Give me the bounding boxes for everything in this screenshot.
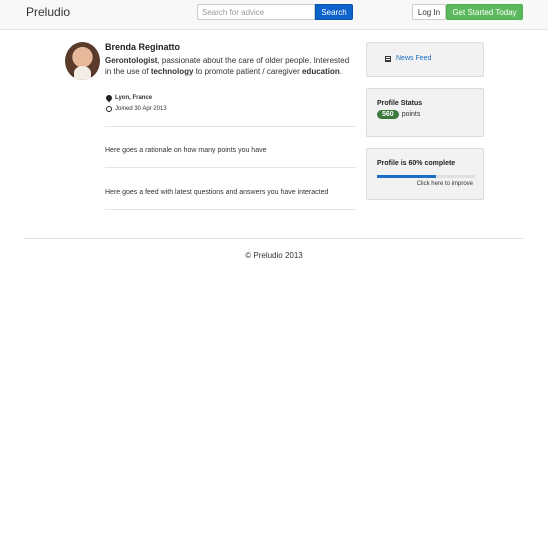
joined-text: Joined 30 Apr 2013	[115, 106, 167, 112]
profile-location: Lyon, France	[104, 93, 153, 103]
login-button[interactable]: Log In	[412, 4, 446, 20]
activity-feed: Here goes a feed with latest questions a…	[105, 189, 329, 196]
avatar	[65, 42, 100, 80]
profile-completion-panel: Profile is 60% complete Click here to im…	[366, 148, 484, 200]
news-feed-link[interactable]: News Feed	[385, 55, 431, 62]
location-text: Lyon, France	[115, 95, 153, 101]
points-badge: 560	[377, 110, 399, 119]
completion-progress-fill	[377, 175, 436, 178]
profile-bio: Gerontologist, passionate about the care…	[105, 55, 357, 77]
profile-name: Brenda Reginatto	[105, 42, 181, 52]
bio-part: .	[339, 67, 342, 76]
points-label: points	[401, 111, 421, 118]
improve-profile-link[interactable]: Click here to improve	[417, 181, 473, 187]
bio-part: to promote patient / caregiver	[193, 67, 302, 76]
divider	[105, 126, 356, 127]
divider	[105, 209, 356, 210]
news-feed-panel: News Feed	[366, 42, 484, 77]
search-button[interactable]: Search	[315, 4, 353, 20]
points-rationale: Here goes a rationale on how many points…	[105, 147, 267, 154]
completion-progress-bar	[377, 175, 475, 178]
footer-copyright: © Preludio 2013	[245, 251, 303, 260]
brand-logo[interactable]: Preludio	[26, 5, 70, 19]
get-started-button[interactable]: Get Started Today	[446, 4, 523, 20]
profile-status-panel: Profile Status 560 points	[366, 88, 484, 137]
bio-part: technology	[150, 67, 194, 76]
completion-title: Profile is 60% complete	[377, 160, 456, 167]
search-input[interactable]	[197, 4, 315, 20]
points-display: 560 points	[377, 110, 420, 119]
bio-part: education	[301, 67, 340, 76]
list-icon	[385, 55, 391, 62]
clock-icon	[106, 106, 112, 112]
bio-part: Gerontologist	[105, 56, 158, 65]
top-navbar: Preludio Search Log In Get Started Today	[0, 0, 548, 30]
profile-joined: Joined 30 Apr 2013	[106, 106, 167, 112]
map-marker-icon	[104, 93, 114, 103]
profile-status-title: Profile Status	[377, 100, 423, 107]
divider	[105, 167, 356, 168]
footer-divider	[24, 238, 524, 239]
news-feed-label: News Feed	[396, 55, 432, 62]
